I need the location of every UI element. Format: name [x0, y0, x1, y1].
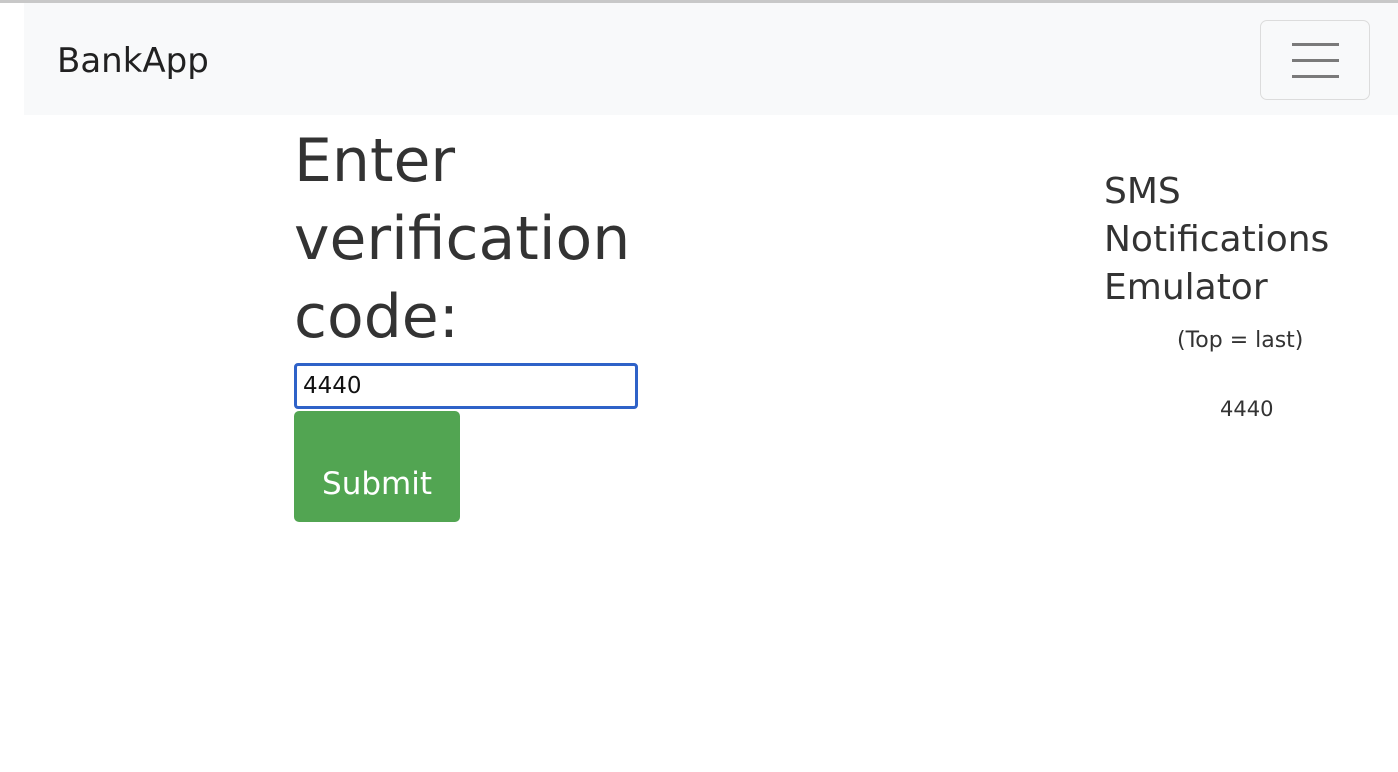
sms-emulator-subtitle: (Top = last): [1177, 328, 1304, 353]
verification-code-input[interactable]: [294, 363, 638, 409]
navbar-toggle-button[interactable]: [1260, 20, 1370, 100]
page-title: Enter verification code:: [294, 126, 631, 352]
hamburger-icon-bar: [1292, 75, 1339, 78]
navbar: BankApp: [24, 3, 1398, 115]
sms-emulator-title: SMS Notifications Emulator: [1104, 168, 1364, 312]
brand-link[interactable]: BankApp: [57, 41, 209, 81]
hamburger-icon: [1292, 43, 1339, 46]
sms-title-text: SMS Notifications Emulator: [1104, 171, 1330, 308]
hamburger-icon-bar: [1292, 59, 1339, 62]
sms-message-list: 4440: [1220, 397, 1273, 421]
sms-message: 4440: [1220, 397, 1274, 421]
submit-button[interactable]: Submit: [294, 411, 460, 522]
